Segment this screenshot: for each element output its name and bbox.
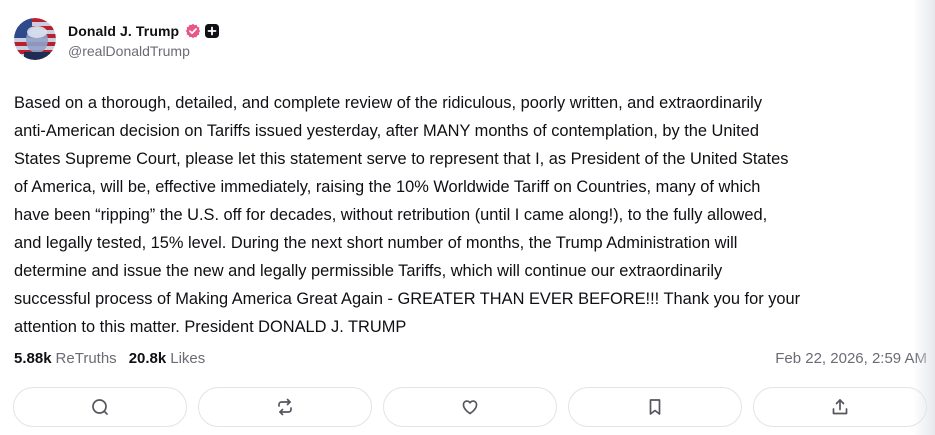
truth-post: Donald J. Trump @realDonaldTrump Based o… [0, 0, 935, 435]
share-icon [832, 399, 848, 415]
bookmark-icon [649, 399, 661, 415]
avatar[interactable] [14, 18, 56, 60]
post-body-text: Based on a thorough, detailed, and compl… [14, 94, 801, 336]
comment-icon [92, 399, 108, 415]
retruths-stat[interactable]: 5.88k ReTruths [14, 350, 117, 367]
author-display-name[interactable]: Donald J. Trump [68, 23, 179, 39]
retruth-button[interactable] [198, 387, 372, 427]
retruths-label: ReTruths [55, 350, 117, 367]
post-timestamp[interactable]: Feb 22, 2026, 2:59 AM [775, 350, 927, 367]
post-stats: 5.88k ReTruths 20.8k Likes [14, 350, 205, 367]
retruths-count: 5.88k [14, 350, 52, 367]
bookmark-button[interactable] [568, 387, 742, 427]
likes-count: 20.8k [128, 350, 167, 367]
heart-icon [462, 400, 478, 415]
likes-stat[interactable]: 20.8k Likes [129, 350, 206, 367]
author-handle[interactable]: @realDonaldTrump [68, 43, 219, 59]
post-actions-bar [13, 387, 927, 427]
post-header: Donald J. Trump @realDonaldTrump [14, 18, 220, 60]
like-button[interactable] [383, 387, 557, 427]
reply-button[interactable] [13, 387, 187, 427]
author-name-row: Donald J. Trump [68, 20, 220, 42]
likes-label: Likes [170, 350, 206, 367]
share-button[interactable] [753, 387, 927, 427]
verified-badge-icon [185, 23, 201, 38]
author-info: Donald J. Trump @realDonaldTrump [68, 20, 220, 59]
plus-badge-icon [205, 23, 220, 38]
retruth-icon [278, 398, 292, 416]
